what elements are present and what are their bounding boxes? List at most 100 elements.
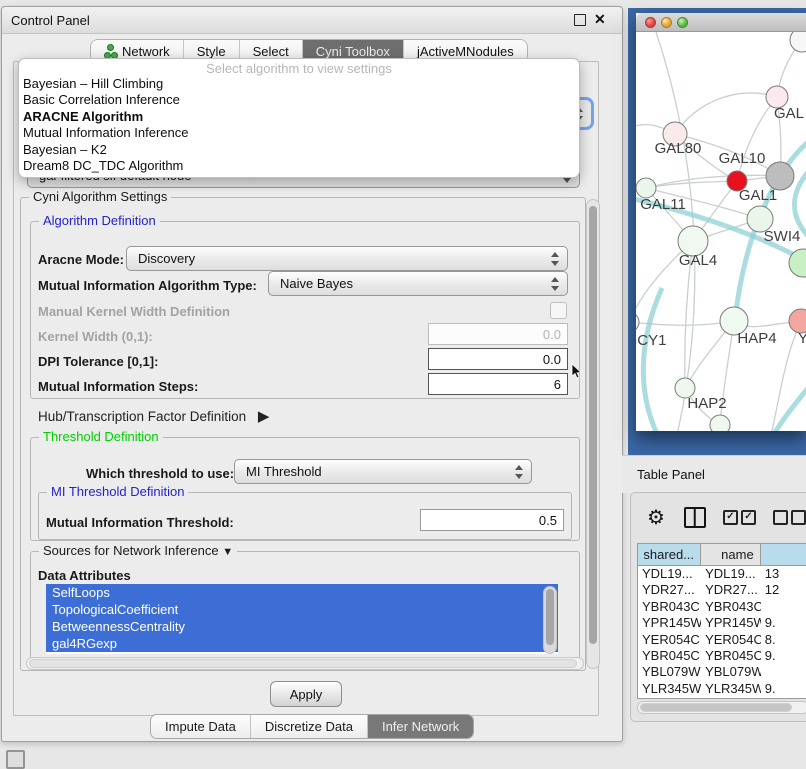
mi-threshold-input[interactable] [420, 509, 564, 531]
gear-icon[interactable]: ⚙ [647, 505, 665, 530]
manual-kernel-checkbox[interactable] [550, 302, 567, 319]
table-row[interactable]: YER054CYER054C8. [638, 632, 806, 648]
algorithm-option[interactable]: Mutual Information Inference [19, 125, 579, 141]
network-svg: GALGAL80GAL10GAL1GAL11GAL4SWI4GCY1HAP4YH… [636, 32, 806, 431]
table-row[interactable]: YLR345WYLR345W9. [638, 681, 806, 697]
manual-kernel-label: Manual Kernel Width Definition [38, 304, 230, 319]
table-cell: 9. [761, 697, 806, 699]
table-cell: YDR27... [701, 582, 761, 598]
settings-vscrollbar[interactable] [586, 199, 600, 669]
settings-vscrollbar-thumb[interactable] [589, 206, 597, 644]
sources-group-title[interactable]: Sources for Network Inference ▼ [39, 543, 237, 558]
table-cell: YBL079W [638, 664, 701, 680]
stepper-icon [551, 252, 560, 266]
float-window-icon[interactable] [574, 14, 586, 26]
table-cell: YBR043C [701, 599, 761, 615]
table-row[interactable]: YBR045CYBR045C9. [638, 648, 806, 664]
network-view-window: GALGAL80GAL10GAL1GAL11GAL4SWI4GCY1HAP4YH… [636, 13, 806, 431]
split-columns-icon[interactable] [684, 507, 706, 528]
list-vscrollbar-thumb[interactable] [546, 589, 554, 645]
mi-steps-input[interactable] [428, 373, 568, 395]
table-row[interactable]: YJL052CYJL052C9. [638, 697, 806, 699]
dpi-tolerance-label: DPI Tolerance [0,1]: [38, 354, 158, 369]
table-toolbar: ⚙ ✓✓ [639, 503, 806, 531]
attribute-item[interactable]: gal4RGexp [46, 635, 558, 652]
mi-type-combobox[interactable]: Naive Bayes [268, 271, 568, 296]
aracne-mode-label: Aracne Mode: [38, 252, 124, 267]
kernel-width-input[interactable] [428, 323, 568, 345]
settings-hscrollbar-thumb[interactable] [29, 659, 577, 668]
expander-arrow-icon: ▶ [258, 408, 270, 425]
which-threshold-combobox[interactable]: MI Threshold [234, 459, 532, 484]
node-label: Y [798, 330, 806, 347]
table-row[interactable]: YPR145WYPR145W9. [638, 615, 806, 631]
apply-button[interactable]: Apply [270, 681, 342, 707]
column-header[interactable]: shared... [638, 544, 701, 566]
network-node-gcy1[interactable] [636, 312, 639, 332]
algorithm-option[interactable]: Bayesian – K2 [19, 142, 579, 158]
node-label: GCY1 [636, 332, 666, 349]
tab-infer-network[interactable]: Infer Network [368, 715, 473, 738]
tab-discretize-data[interactable]: Discretize Data [251, 715, 368, 738]
aracne-mode-combobox[interactable]: Discovery [126, 246, 568, 271]
network-edge [774, 388, 806, 431]
hub-definition-expander[interactable]: Hub/Transcription Factor Definition ▶ [38, 407, 269, 425]
close-icon[interactable]: ✕ [594, 11, 606, 28]
table-cell: YPR145W [638, 615, 701, 631]
zoom-traffic-light[interactable] [677, 17, 688, 28]
attribute-item[interactable]: TopologicalCoefficient [46, 601, 558, 618]
algorithm-option[interactable]: ARACNE Algorithm [19, 109, 579, 125]
table-cell: YBL079W [701, 664, 761, 680]
panel-grip-icon[interactable] [6, 750, 25, 769]
table-row[interactable]: YDR27...YDR27...12 [638, 582, 806, 598]
network-canvas[interactable]: GALGAL80GAL10GAL1GAL11GAL4SWI4GCY1HAP4YH… [636, 32, 806, 431]
checked-pair-icon[interactable]: ✓✓ [723, 510, 756, 525]
table-cell: YER054C [638, 632, 701, 648]
mi-threshold-label: Mutual Information Threshold: [46, 515, 234, 530]
table-hscrollbar[interactable] [637, 701, 806, 714]
column-header[interactable] [761, 544, 806, 566]
node-label: HAP4 [737, 330, 776, 347]
network-node-partial-top[interactable] [790, 32, 806, 52]
node-label: GAL4 [679, 252, 717, 269]
table-cell: YBR043C [638, 599, 701, 615]
mi-type-label: Mutual Information Algorithm Type: [38, 278, 257, 293]
list-vscrollbar[interactable] [543, 586, 557, 654]
data-attributes-list[interactable]: SelfLoopsTopologicalCoefficientBetweenne… [46, 584, 558, 654]
tab-impute-data[interactable]: Impute Data [151, 715, 251, 738]
minimize-traffic-light[interactable] [661, 17, 672, 28]
table-row[interactable]: YBR043CYBR043C [638, 599, 806, 615]
node-label: GAL80 [655, 140, 702, 157]
table-row[interactable]: YDL19...YDL19...13 [638, 566, 806, 582]
node-label: GAL [774, 105, 804, 122]
network-node-gal11[interactable] [636, 178, 656, 198]
attribute-item[interactable]: BetweennessCentrality [46, 618, 558, 635]
screen: Control Panel ✕ Network Style Select Cyn… [0, 0, 806, 762]
algorithm-option[interactable]: Dream8 DC_TDC Algorithm [19, 158, 579, 174]
table-cell: YPR145W [701, 615, 761, 631]
network-node-partial-bottom[interactable] [710, 415, 730, 431]
stepper-icon [515, 465, 524, 479]
algorithm-option[interactable]: Bayesian – Hill Climbing [19, 76, 579, 92]
table-cell [761, 599, 806, 615]
settings-hscrollbar[interactable] [26, 657, 584, 670]
stepper-icon [551, 277, 560, 291]
table-cell: YLR345W [638, 681, 701, 697]
column-header[interactable]: name [701, 544, 761, 566]
algorithm-list: Bayesian – Hill ClimbingBasic Correlatio… [19, 76, 579, 174]
attribute-item[interactable]: SelfLoops [46, 584, 558, 601]
table-row[interactable]: YBL079WYBL079W [638, 664, 806, 680]
control-panel-titlebar: Control Panel ✕ [2, 7, 622, 34]
table-cell: YDR27... [638, 582, 701, 598]
table-body: YDL19...YDL19...13YDR27...YDR27...12YBR0… [638, 566, 806, 699]
algorithm-prompt: Select algorithm to view settings [19, 61, 579, 76]
algorithm-definition-title: Algorithm Definition [39, 213, 160, 228]
network-node-gal10[interactable] [766, 162, 794, 190]
unchecked-pair-icon[interactable] [773, 510, 806, 525]
table-hscrollbar-thumb[interactable] [640, 703, 792, 712]
network-edge [643, 288, 662, 431]
collapse-arrow-icon: ▼ [222, 546, 233, 558]
close-traffic-light[interactable] [645, 17, 656, 28]
dpi-tolerance-input[interactable] [428, 348, 568, 370]
algorithm-option[interactable]: Basic Correlation Inference [19, 92, 579, 108]
